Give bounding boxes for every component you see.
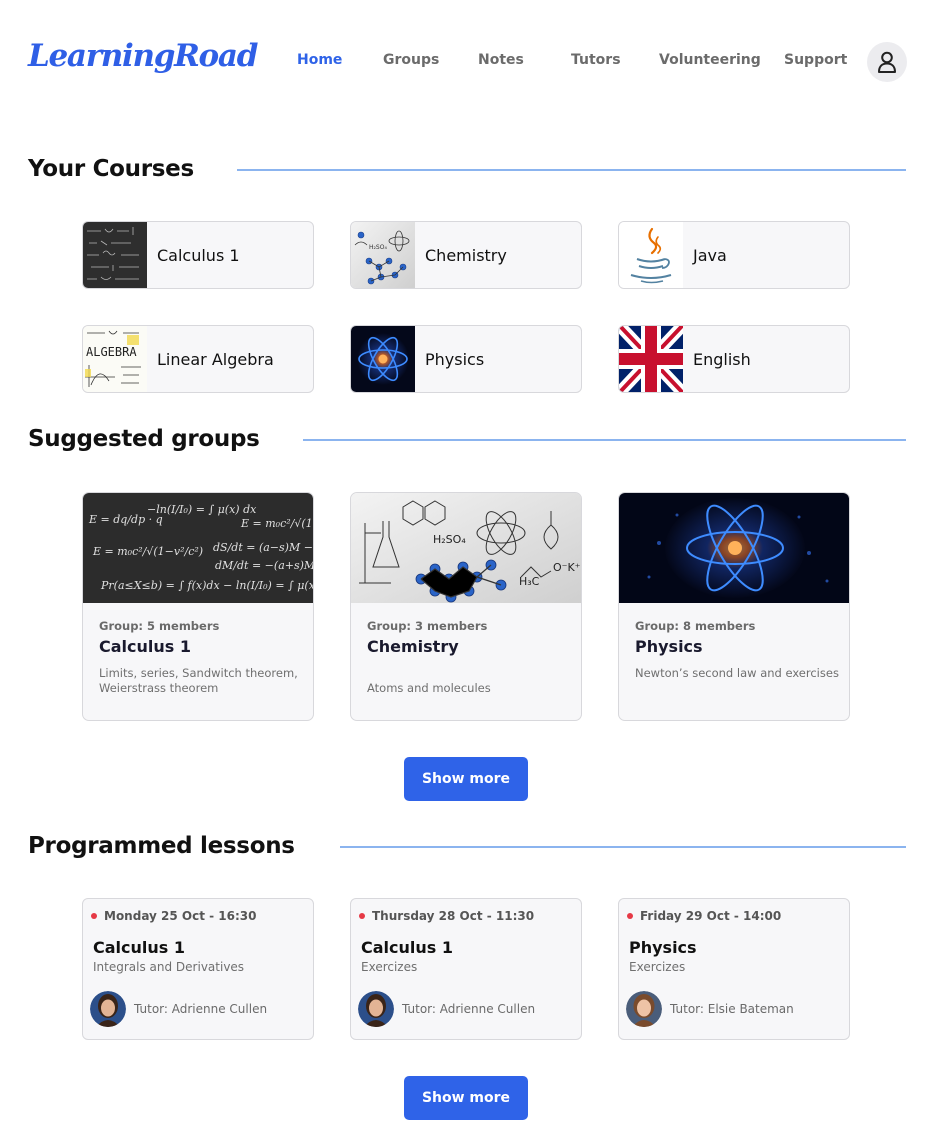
tutor-avatar — [626, 991, 662, 1027]
lesson-date: Monday 25 Oct - 16:30 — [104, 909, 257, 923]
course-name: Java — [693, 245, 727, 265]
course-name: Chemistry — [425, 245, 507, 265]
course-english[interactable]: English — [618, 325, 850, 393]
course-name: Calculus 1 — [157, 245, 240, 265]
status-dot — [627, 913, 633, 919]
chemistry-sketch-image: H₂SO₄ — [351, 222, 415, 288]
lesson-topic: Integrals and Derivatives — [93, 960, 245, 974]
course-java[interactable]: Java — [618, 221, 850, 289]
chemistry-sketch-image: H₂SO₄ H₃C O⁻K⁺ — [351, 493, 581, 603]
course-chemistry[interactable]: H₂SO₄ Chemistry — [350, 221, 582, 289]
section-divider — [303, 439, 906, 441]
svg-text:O⁻K⁺: O⁻K⁺ — [553, 561, 581, 574]
course-name: Physics — [425, 349, 485, 369]
group-members: Group: 8 members — [635, 619, 756, 633]
svg-text:H₂SO₄: H₂SO₄ — [369, 244, 387, 251]
group-description: Limits, series, Sandwitch theorem, Weier… — [99, 666, 298, 695]
status-dot — [359, 913, 365, 919]
lessons-title: Programmed lessons — [28, 833, 295, 859]
group-description: Atoms and molecules — [367, 681, 491, 695]
profile-button[interactable] — [867, 42, 907, 82]
group-members: Group: 3 members — [367, 619, 488, 633]
tutor-avatar — [90, 991, 126, 1027]
java-logo-image — [619, 222, 683, 288]
group-title: Calculus 1 — [99, 637, 191, 656]
course-linear-algebra[interactable]: ALGEBRA Linear Algebra — [82, 325, 314, 393]
svg-text:dM/dt = −(a+s)M + bSM: dM/dt = −(a+s)M + bSM — [215, 559, 314, 572]
show-more-groups-button[interactable]: Show more — [404, 757, 528, 801]
tutor-name: Tutor: Elsie Bateman — [670, 1002, 794, 1016]
group-title: Chemistry — [367, 637, 459, 656]
lesson-card[interactable]: Thursday 28 Oct - 11:30 Calculus 1 Exerc… — [350, 898, 582, 1040]
lesson-card[interactable]: Monday 25 Oct - 16:30 Calculus 1 Integra… — [82, 898, 314, 1040]
lesson-date: Friday 29 Oct - 14:00 — [640, 909, 782, 923]
nav-support[interactable]: Support — [784, 52, 847, 68]
nav-home[interactable]: Home — [297, 52, 342, 68]
nav-tutors[interactable]: Tutors — [571, 52, 621, 68]
course-name: Linear Algebra — [157, 349, 274, 369]
svg-text:E = m₀c²/√(1−v²/c²): E = m₀c²/√(1−v²/c²) — [92, 545, 203, 558]
nav-groups[interactable]: Groups — [383, 52, 439, 68]
nav-notes[interactable]: Notes — [478, 52, 524, 68]
lesson-course: Calculus 1 — [361, 938, 453, 957]
lesson-topic: Exercizes — [629, 960, 686, 974]
group-description: Newton’s second law and exercises — [635, 666, 839, 680]
nav-volunteering[interactable]: Volunteering — [659, 52, 761, 68]
tutor-name: Tutor: Adrienne Cullen — [402, 1002, 536, 1016]
courses-title: Your Courses — [28, 156, 194, 182]
svg-text:ALGEBRA: ALGEBRA — [86, 345, 137, 359]
group-card-calculus-1[interactable]: E = dq/dp · q −ln(I/I₀) = ∫ μ(x) dx E = … — [82, 492, 314, 721]
algebra-sketch-image: ALGEBRA — [83, 326, 147, 392]
lesson-course: Calculus 1 — [93, 938, 185, 957]
svg-text:Pr(a≤X≤b) = ∫ f(x)dx − ln(I/I₀: Pr(a≤X≤b) = ∫ f(x)dx − ln(I/I₀) = ∫ μ(x)… — [100, 579, 314, 592]
atom-image — [619, 493, 849, 603]
svg-text:−ln(I/I₀) = ∫ μ(x) dx: −ln(I/I₀) = ∫ μ(x) dx — [147, 503, 257, 516]
user-icon — [878, 51, 896, 73]
group-card-chemistry[interactable]: H₂SO₄ H₃C O⁻K⁺ Group: 3 members Chemistr… — [350, 492, 582, 721]
course-physics[interactable]: Physics — [350, 325, 582, 393]
svg-text:dS/dt = (a−s)M − bSM: dS/dt = (a−s)M − bSM — [213, 541, 314, 554]
show-more-lessons-button[interactable]: Show more — [404, 1076, 528, 1120]
atom-image — [351, 326, 415, 392]
calculus-blackboard-image: E = dq/dp · q −ln(I/I₀) = ∫ μ(x) dx E = … — [83, 493, 314, 603]
status-dot — [91, 913, 97, 919]
lesson-date: Thursday 28 Oct - 11:30 — [372, 909, 535, 923]
tutor-avatar — [358, 991, 394, 1027]
groups-title: Suggested groups — [28, 426, 260, 452]
svg-text:H₂SO₄: H₂SO₄ — [433, 533, 466, 546]
svg-text:H₃C: H₃C — [519, 575, 540, 588]
section-divider — [340, 846, 906, 848]
group-card-physics[interactable]: Group: 8 members Physics Newton’s second… — [618, 492, 850, 721]
logo[interactable]: LearningRoad — [28, 38, 258, 74]
tutor-name: Tutor: Adrienne Cullen — [134, 1002, 268, 1016]
group-members: Group: 5 members — [99, 619, 220, 633]
course-calculus-1[interactable]: Calculus 1 — [82, 221, 314, 289]
union-jack-flag-image — [619, 326, 683, 392]
lesson-course: Physics — [629, 938, 697, 957]
calculus-blackboard-image — [83, 222, 147, 288]
course-name: English — [693, 349, 751, 369]
lesson-topic: Exercizes — [361, 960, 418, 974]
lesson-card[interactable]: Friday 29 Oct - 14:00 Physics Exercizes … — [618, 898, 850, 1040]
group-title: Physics — [635, 637, 703, 656]
svg-text:E = m₀c²/√(1−v²/c²): E = m₀c²/√(1−v²/c²) — [240, 517, 314, 530]
section-divider — [237, 169, 906, 171]
